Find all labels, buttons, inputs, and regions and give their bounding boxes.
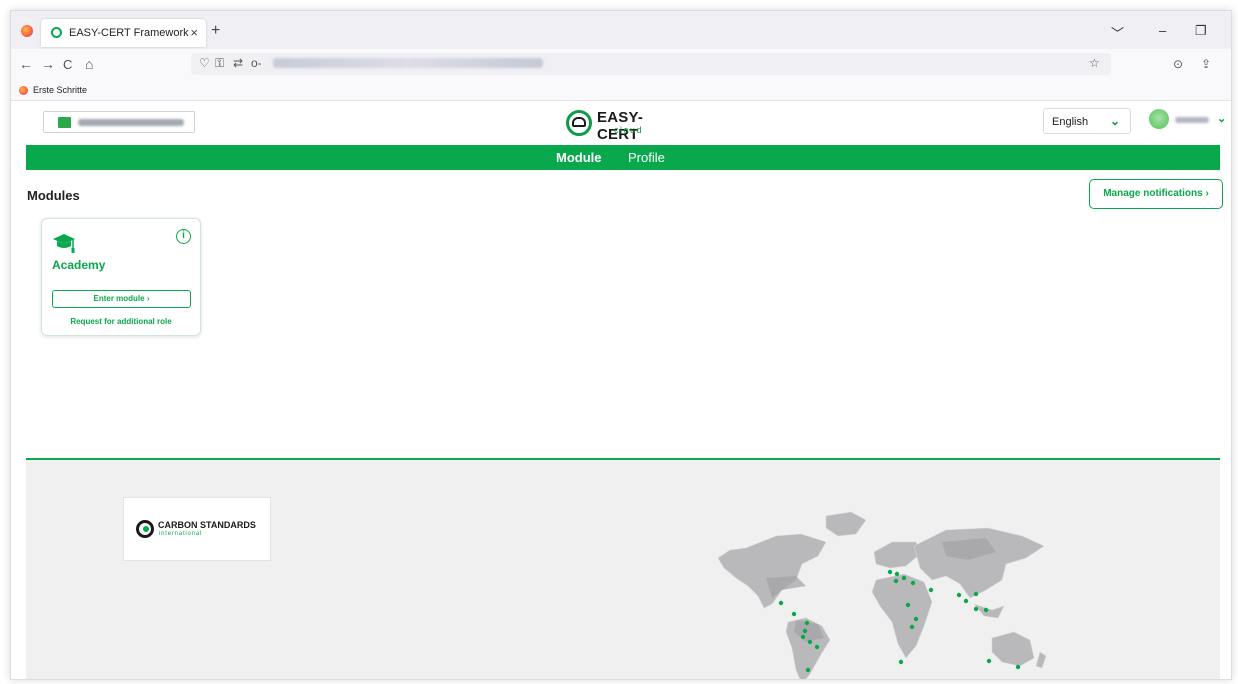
avatar — [1149, 109, 1169, 129]
module-card-academy: i Academy Enter module › Request for add… — [41, 218, 201, 336]
forward-icon[interactable]: → — [41, 56, 55, 72]
language-value: English — [1052, 116, 1089, 128]
nav-module[interactable]: Module — [556, 150, 602, 165]
partner-name: CARBON STANDARDS — [158, 520, 256, 530]
shield-icon[interactable]: ♡ — [199, 56, 210, 70]
page-title: Modules — [27, 188, 80, 203]
key-icon[interactable]: o- — [251, 56, 262, 70]
building-icon — [58, 117, 71, 128]
bookmark-erste-schritte[interactable]: Erste Schritte — [33, 85, 87, 95]
site-favicon-icon — [51, 27, 62, 38]
browser-tab[interactable]: EASY-CERT Framework × — [41, 19, 206, 47]
reload-icon[interactable]: C — [63, 57, 72, 72]
language-select[interactable]: English ⌄ — [1043, 108, 1131, 134]
tab-list-icon[interactable]: ﹀ — [1111, 23, 1124, 42]
bookmark-firefox-icon — [19, 86, 28, 95]
manage-notifications-button[interactable]: Manage notifications › — [1089, 179, 1223, 209]
enter-module-button[interactable]: Enter module › — [52, 290, 191, 308]
url-text-blurred[interactable] — [273, 58, 543, 68]
organisation-selector[interactable] — [43, 111, 195, 133]
logo-sub-text: cloud — [614, 125, 644, 135]
firefox-icon[interactable] — [21, 25, 33, 37]
carbon-standards-logo[interactable]: CARBON STANDARDS international — [123, 497, 271, 561]
partner-sub: international — [159, 531, 203, 537]
pocket-icon[interactable]: ⊙ — [1173, 57, 1183, 71]
graduation-cap-icon — [52, 231, 76, 260]
tab-title: EASY-CERT Framework — [69, 27, 189, 39]
browser-window: EASY-CERT Framework × + ﹀ – ❐ ← → C ⌂ ♡ … — [10, 10, 1232, 680]
browser-navbar: ← → C ⌂ ♡ ⚿ ⇄ o- ☆ ⊙ ⇪ — [11, 49, 1231, 79]
maximize-icon[interactable]: ❐ — [1195, 23, 1207, 39]
url-bar[interactable]: ♡ ⚿ ⇄ o- ☆ — [191, 53, 1111, 75]
carbon-standards-dot-icon — [143, 526, 149, 532]
new-tab-icon[interactable]: + — [211, 22, 220, 40]
module-name: Academy — [52, 258, 106, 272]
main-nav: Module Profile — [26, 145, 1220, 170]
close-tab-icon[interactable]: × — [190, 25, 198, 40]
info-icon[interactable]: i — [176, 229, 191, 244]
logo-cloud-icon — [572, 117, 586, 127]
browser-tabbar: EASY-CERT Framework × + ﹀ – ❐ — [11, 11, 1231, 49]
user-name-blurred — [1175, 117, 1209, 123]
user-menu[interactable]: ⌄ — [1149, 109, 1229, 133]
site-header: EASY-CERT cloud English ⌄ ⌄ — [11, 101, 1231, 143]
back-icon[interactable]: ← — [19, 56, 33, 72]
request-role-link[interactable]: Request for additional role — [42, 317, 200, 326]
world-map — [717, 511, 1047, 679]
user-chevron-down-icon: ⌄ — [1217, 113, 1227, 125]
chevron-down-icon: ⌄ — [1109, 114, 1120, 128]
lock-icon[interactable]: ⚿ — [215, 56, 224, 71]
bookmark-star-icon[interactable]: ☆ — [1089, 56, 1100, 70]
footer: CARBON STANDARDS international — [26, 458, 1220, 679]
share-icon[interactable]: ⇪ — [1201, 57, 1211, 71]
bookmarks-bar: Erste Schritte — [11, 79, 1231, 101]
home-icon[interactable]: ⌂ — [85, 56, 93, 72]
nav-profile[interactable]: Profile — [628, 150, 665, 165]
minimize-icon[interactable]: – — [1159, 23, 1166, 38]
organisation-name-blurred — [78, 119, 184, 126]
permissions-icon[interactable]: ⇄ — [233, 56, 243, 70]
easy-cert-logo[interactable]: EASY-CERT cloud — [566, 109, 676, 143]
